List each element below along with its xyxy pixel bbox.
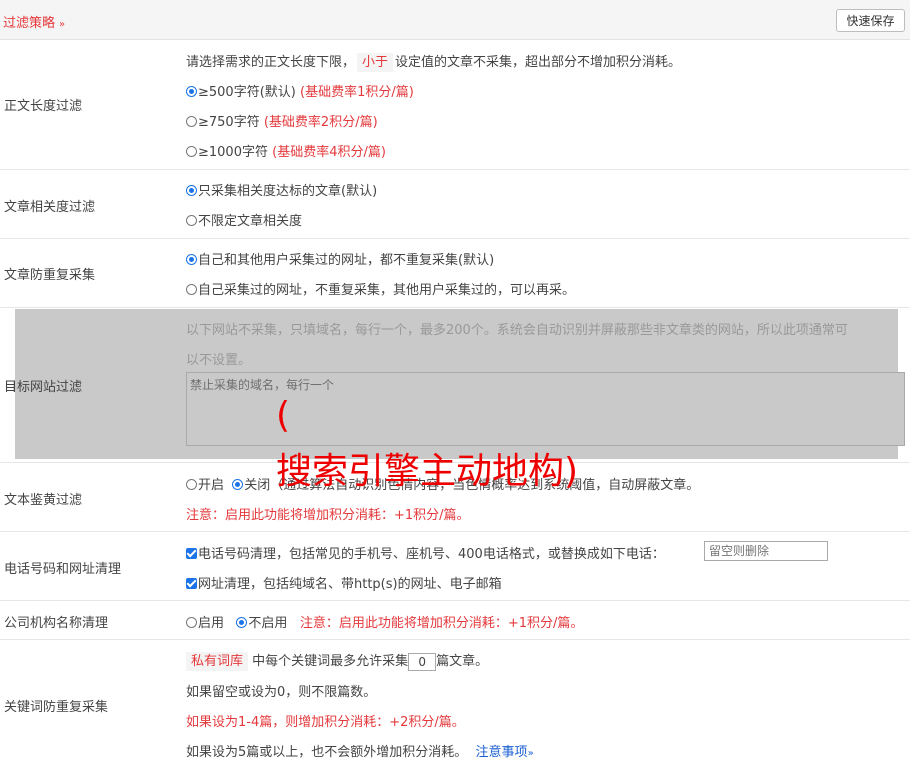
filter-settings-page: 过滤策略» 快速保存 正文长度过滤 请选择需求的正文长度下限， 小于 设定值的文章不… xyxy=(0,0,912,768)
length-desc-tag: 小于 xyxy=(357,53,394,72)
row-label: 关键词防重复采集 xyxy=(4,700,109,715)
site-filter-label-visible: 目标网站过滤 xyxy=(4,380,83,395)
option-text: 自己和其他用户采集过的网址，都不重复采集(默认) xyxy=(198,253,495,268)
checkbox-checked-icon[interactable] xyxy=(186,548,197,559)
radio-selected-icon[interactable] xyxy=(232,479,244,490)
porn-filter-note: 注意：启用此功能将增加积分消耗：+1积分/篇。 xyxy=(186,508,470,523)
keyword-line3: 如果设为1-4篇，则增加积分消耗：+2积分/篇。 xyxy=(186,715,465,730)
site-filter-desc-line2: 以不设置。 xyxy=(186,353,252,368)
radio-selected-icon[interactable] xyxy=(186,254,197,265)
dedupe-option-all[interactable]: 自己和其他用户采集过的网址，都不重复采集(默认) xyxy=(186,249,494,268)
option-rate: (基础费率4积分/篇) xyxy=(272,145,386,160)
length-option-1000[interactable]: ≥1000字符 (基础费率4积分/篇) xyxy=(186,141,386,160)
option-text: 关闭 xyxy=(244,478,271,493)
watermark-text: ( 搜索引擎主动地构) xyxy=(276,388,578,500)
keyword-article-limit-input[interactable] xyxy=(408,652,437,671)
replacement-phone-input[interactable] xyxy=(704,541,828,561)
keyword-limit-text-a: 中每个关键词最多允许采集 xyxy=(252,654,409,669)
company-clean-options: 启用 不启用 注意：启用此功能将增加积分消耗：+1积分/篇。 xyxy=(186,612,583,631)
keyword-limit-line: 私有词库 中每个关键词最多允许采集 篇文章。 xyxy=(186,650,488,671)
site-filter-desc-line1: 以下网站不采集，只填域名，每行一个，最多200个。系统会自动识别并屏蔽那些非文章… xyxy=(186,323,848,338)
chevron-down-icon: » xyxy=(59,19,66,30)
option-text: 网址清理，包括纯域名、带http(s)的网址、电子邮箱 xyxy=(198,577,502,592)
row-label: 文章防重复采集 xyxy=(4,268,96,283)
row-label: 正文长度过滤 xyxy=(4,99,83,114)
length-option-750[interactable]: ≥750字符 (基础费率2积分/篇) xyxy=(186,111,378,130)
option-text: ≥1000字符 xyxy=(198,145,268,160)
section-title-text: 过滤策略 xyxy=(3,16,56,31)
dedupe-option-self[interactable]: 自己采集过的网址，不重复采集，其他用户采集过的，可以再采。 xyxy=(186,279,575,298)
row-keyword-dedupe: 关键词防重复采集 私有词库 中每个关键词最多允许采集 篇文章。 如果留空或设为0，… xyxy=(0,640,910,768)
option-text: 只采集相关度达标的文章(默认) xyxy=(198,184,378,199)
keyword-line4-wrap: 如果设为5篇或以上，也不会额外增加积分消耗。 注意事项» xyxy=(186,741,534,760)
length-option-500[interactable]: ≥500字符(默认) (基础费率1积分/篇) xyxy=(186,81,414,100)
row-dedupe: 文章防重复采集 自己和其他用户采集过的网址，都不重复采集(默认) 自己采集过的网… xyxy=(0,239,910,308)
length-desc: 请选择需求的正文长度下限， 小于 设定值的文章不采集，超出部分不增加积分消耗。 xyxy=(186,51,682,72)
notes-link[interactable]: 注意事项» xyxy=(476,745,534,760)
porn-filter-off[interactable]: 关闭 xyxy=(232,478,270,493)
relevance-option-unlimited[interactable]: 不限定文章相关度 xyxy=(186,210,302,229)
row-label: 文本鉴黄过滤 xyxy=(4,493,83,508)
radio-icon[interactable] xyxy=(186,617,197,628)
radio-selected-icon[interactable] xyxy=(186,86,197,97)
watermark-line2: 搜索引擎主动地构) xyxy=(276,451,579,492)
keyword-line4: 如果设为5篇或以上，也不会额外增加积分消耗。 xyxy=(186,745,468,760)
section-header: 过滤策略» 快速保存 xyxy=(0,0,910,40)
option-rate: (基础费率2积分/篇) xyxy=(263,115,378,130)
option-text: ≥500字符(默认) xyxy=(198,85,296,100)
phone-clean-option[interactable]: 电话号码清理，包括常见的手机号、座机号、400电话格式，或替换成如下电话： xyxy=(186,543,665,562)
notes-link-text: 注意事项 xyxy=(475,745,528,760)
url-clean-option[interactable]: 网址清理，包括纯域名、带http(s)的网址、电子邮箱 xyxy=(186,573,502,592)
option-text: 电话号码清理，包括常见的手机号、座机号、400电话格式，或替换成如下电话： xyxy=(198,547,665,562)
keyword-line2: 如果留空或设为0，则不限篇数。 xyxy=(186,685,377,700)
length-desc-suffix: 设定值的文章不采集，超出部分不增加积分消耗。 xyxy=(395,55,682,70)
option-text: 启用 xyxy=(198,616,225,631)
chevron-down-icon: » xyxy=(527,748,534,759)
checkbox-checked-icon[interactable] xyxy=(186,578,197,589)
radio-selected-icon[interactable] xyxy=(236,617,248,628)
option-text: ≥750字符 xyxy=(198,115,260,130)
private-dictionary-tag: 私有词库 xyxy=(186,652,249,671)
option-rate: (基础费率1积分/篇) xyxy=(300,85,414,100)
porn-filter-on[interactable]: 开启 xyxy=(186,478,224,493)
row-label: 公司机构名称清理 xyxy=(4,616,109,631)
company-clean-on[interactable]: 启用 xyxy=(186,616,224,631)
radio-selected-icon[interactable] xyxy=(186,185,197,196)
row-company-clean: 公司机构名称清理 启用 不启用 注意：启用此功能将增加积分消耗：+1积分/篇。 xyxy=(0,601,910,640)
relevance-option-qualified[interactable]: 只采集相关度达标的文章(默认) xyxy=(186,180,377,199)
option-text: 不限定文章相关度 xyxy=(198,214,303,229)
radio-icon[interactable] xyxy=(186,479,197,490)
option-text: 不启用 xyxy=(248,616,288,631)
watermark-line1: ( xyxy=(276,395,291,436)
row-label: 文章相关度过滤 xyxy=(4,200,96,215)
option-text: 自己采集过的网址，不重复采集，其他用户采集过的，可以再采。 xyxy=(198,283,576,298)
radio-icon[interactable] xyxy=(186,215,197,226)
length-desc-prefix: 请选择需求的正文长度下限， xyxy=(186,55,356,70)
radio-icon[interactable] xyxy=(186,116,197,127)
option-text: 开启 xyxy=(198,478,225,493)
row-label: 电话号码和网址清理 xyxy=(4,562,122,577)
radio-icon[interactable] xyxy=(186,146,197,157)
row-length-filter: 正文长度过滤 请选择需求的正文长度下限， 小于 设定值的文章不采集，超出部分不增加积… xyxy=(0,40,910,170)
section-title[interactable]: 过滤策略» xyxy=(3,12,65,31)
company-clean-off[interactable]: 不启用 xyxy=(236,616,287,631)
quick-save-button[interactable]: 快速保存 xyxy=(836,9,905,32)
company-clean-note: 注意：启用此功能将增加积分消耗：+1积分/篇。 xyxy=(299,616,584,631)
row-relevance-filter: 文章相关度过滤 只采集相关度达标的文章(默认) 不限定文章相关度 xyxy=(0,170,910,239)
radio-icon[interactable] xyxy=(186,284,197,295)
keyword-limit-text-b: 篇文章。 xyxy=(436,654,489,669)
